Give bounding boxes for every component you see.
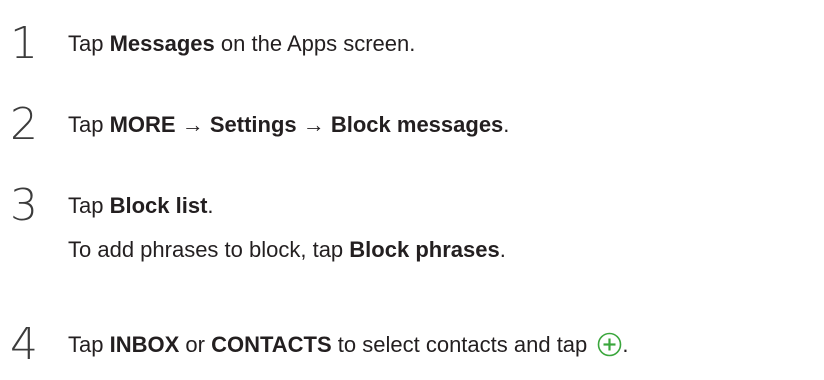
- step-instruction: Tap Messages on the Apps screen.: [68, 14, 415, 74]
- step-number: 1: [10, 18, 38, 69]
- arrow-separator: →: [175, 112, 210, 137]
- arrow-separator: →: [296, 112, 331, 137]
- instruction-text: .: [207, 193, 214, 218]
- ui-term-block-list: Block list: [109, 193, 208, 218]
- ui-term-contacts: CONTACTS: [211, 332, 332, 357]
- ui-term-block-phrases: Block phrases: [349, 237, 500, 262]
- step-number: 2: [10, 99, 38, 150]
- step-number: 3: [10, 180, 38, 231]
- note-text: To add phrases to block, tap: [68, 237, 350, 262]
- note-text: .: [499, 237, 506, 262]
- instruction-text: Tap: [68, 193, 110, 218]
- step-2: 2 Tap MORE → Settings → Block messages.: [0, 95, 824, 155]
- ui-term-settings: Settings: [209, 112, 297, 137]
- instruction-text: Tap: [68, 332, 110, 357]
- ui-term-messages: Messages: [109, 31, 215, 56]
- ui-term-inbox: INBOX: [109, 332, 180, 357]
- step-instruction: Tap Block list.: [68, 176, 214, 236]
- instruction-text: or: [179, 332, 212, 357]
- step-number: 4: [10, 319, 38, 370]
- step-instruction: Tap MORE → Settings → Block messages.: [68, 95, 509, 155]
- step-instruction: Tap INBOX or CONTACTS to select contacts…: [68, 315, 629, 375]
- instruction-text: Tap: [68, 112, 110, 137]
- instruction-text: Tap: [68, 31, 110, 56]
- instruction-text: .: [503, 112, 510, 137]
- step-note: To add phrases to block, tap Block phras…: [68, 230, 506, 270]
- instruction-text: .: [622, 332, 629, 357]
- plus-circle-icon: [597, 320, 622, 357]
- step-4: 4 Tap INBOX or CONTACTS to select contac…: [0, 315, 824, 375]
- ui-term-more: MORE: [109, 112, 176, 137]
- step-3: 3 Tap Block list. To add phrases to bloc…: [0, 176, 824, 286]
- instruction-text: on the Apps screen.: [214, 31, 416, 56]
- ui-term-block-messages: Block messages: [330, 112, 504, 137]
- step-1: 1 Tap Messages on the Apps screen.: [0, 14, 824, 74]
- instruction-text: to select contacts and tap: [331, 332, 594, 357]
